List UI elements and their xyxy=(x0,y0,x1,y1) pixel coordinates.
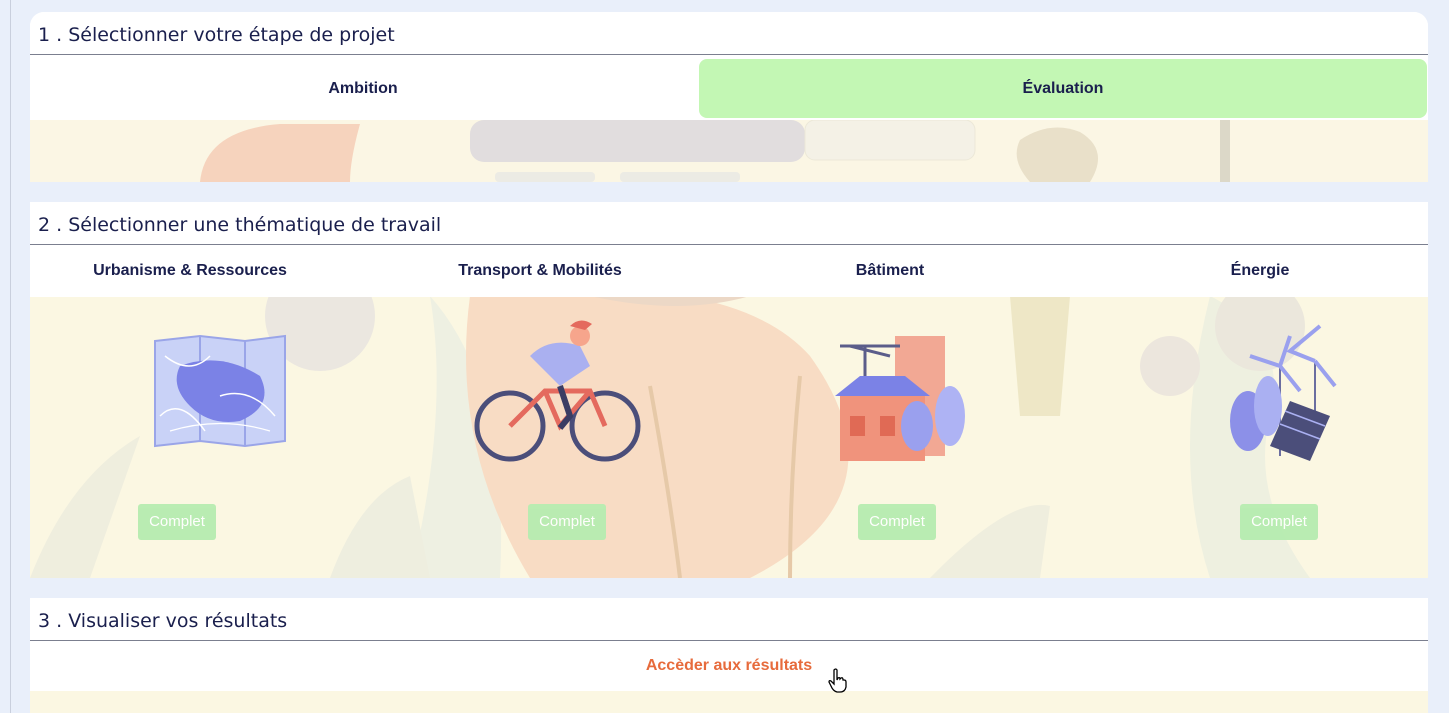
theme-label-energie[interactable]: Énergie xyxy=(1140,245,1380,297)
step2-title: 2 . Sélectionner une thématique de trava… xyxy=(30,202,1428,245)
background-illustration xyxy=(30,120,1428,182)
step2-section: 2 . Sélectionner une thématique de trava… xyxy=(30,202,1428,578)
cyclist-icon xyxy=(474,320,641,462)
step3-section: 3 . Visualiser vos résultats Accèder aux… xyxy=(30,598,1428,713)
theme-label-urbanisme[interactable]: Urbanisme & Ressources xyxy=(70,245,310,297)
hand-cursor-icon xyxy=(828,668,847,693)
wind-solar-icon xyxy=(1230,324,1337,461)
theme-label-batiment[interactable]: Bâtiment xyxy=(770,245,1010,297)
status-badge-transport: Complet xyxy=(528,504,606,540)
step1-section: 1 . Sélectionner votre étape de projet A… xyxy=(30,12,1428,182)
building-icon xyxy=(835,336,965,461)
stage-tab-ambition[interactable]: Ambition xyxy=(30,59,696,118)
theme-card-urbanisme[interactable]: Complet xyxy=(70,296,310,578)
stage-tab-evaluation[interactable]: Évaluation xyxy=(699,59,1427,118)
map-icon xyxy=(154,334,286,448)
theme-card-transport[interactable]: Complet xyxy=(420,296,660,578)
background-illustration-bottom xyxy=(30,691,1428,713)
access-results-link[interactable]: Accèder aux résultats xyxy=(646,657,812,674)
stage-tabs: Ambition Évaluation xyxy=(30,55,1428,120)
theme-label-transport[interactable]: Transport & Mobilités xyxy=(420,245,660,297)
theme-card-energie[interactable]: Complet xyxy=(1140,296,1380,578)
status-badge-urbanisme: Complet xyxy=(138,504,216,540)
theme-labels: Urbanisme & Ressources Transport & Mobil… xyxy=(30,245,1428,297)
results-row: Accèder aux résultats xyxy=(30,641,1428,691)
step1-title: 1 . Sélectionner votre étape de projet xyxy=(30,12,1428,55)
theme-illustration-area: Complet Complet Complet Complet xyxy=(30,296,1428,578)
status-badge-energie: Complet xyxy=(1240,504,1318,540)
step3-title: 3 . Visualiser vos résultats xyxy=(30,598,1428,641)
theme-card-batiment[interactable]: Complet xyxy=(770,296,1010,578)
status-badge-batiment: Complet xyxy=(858,504,936,540)
